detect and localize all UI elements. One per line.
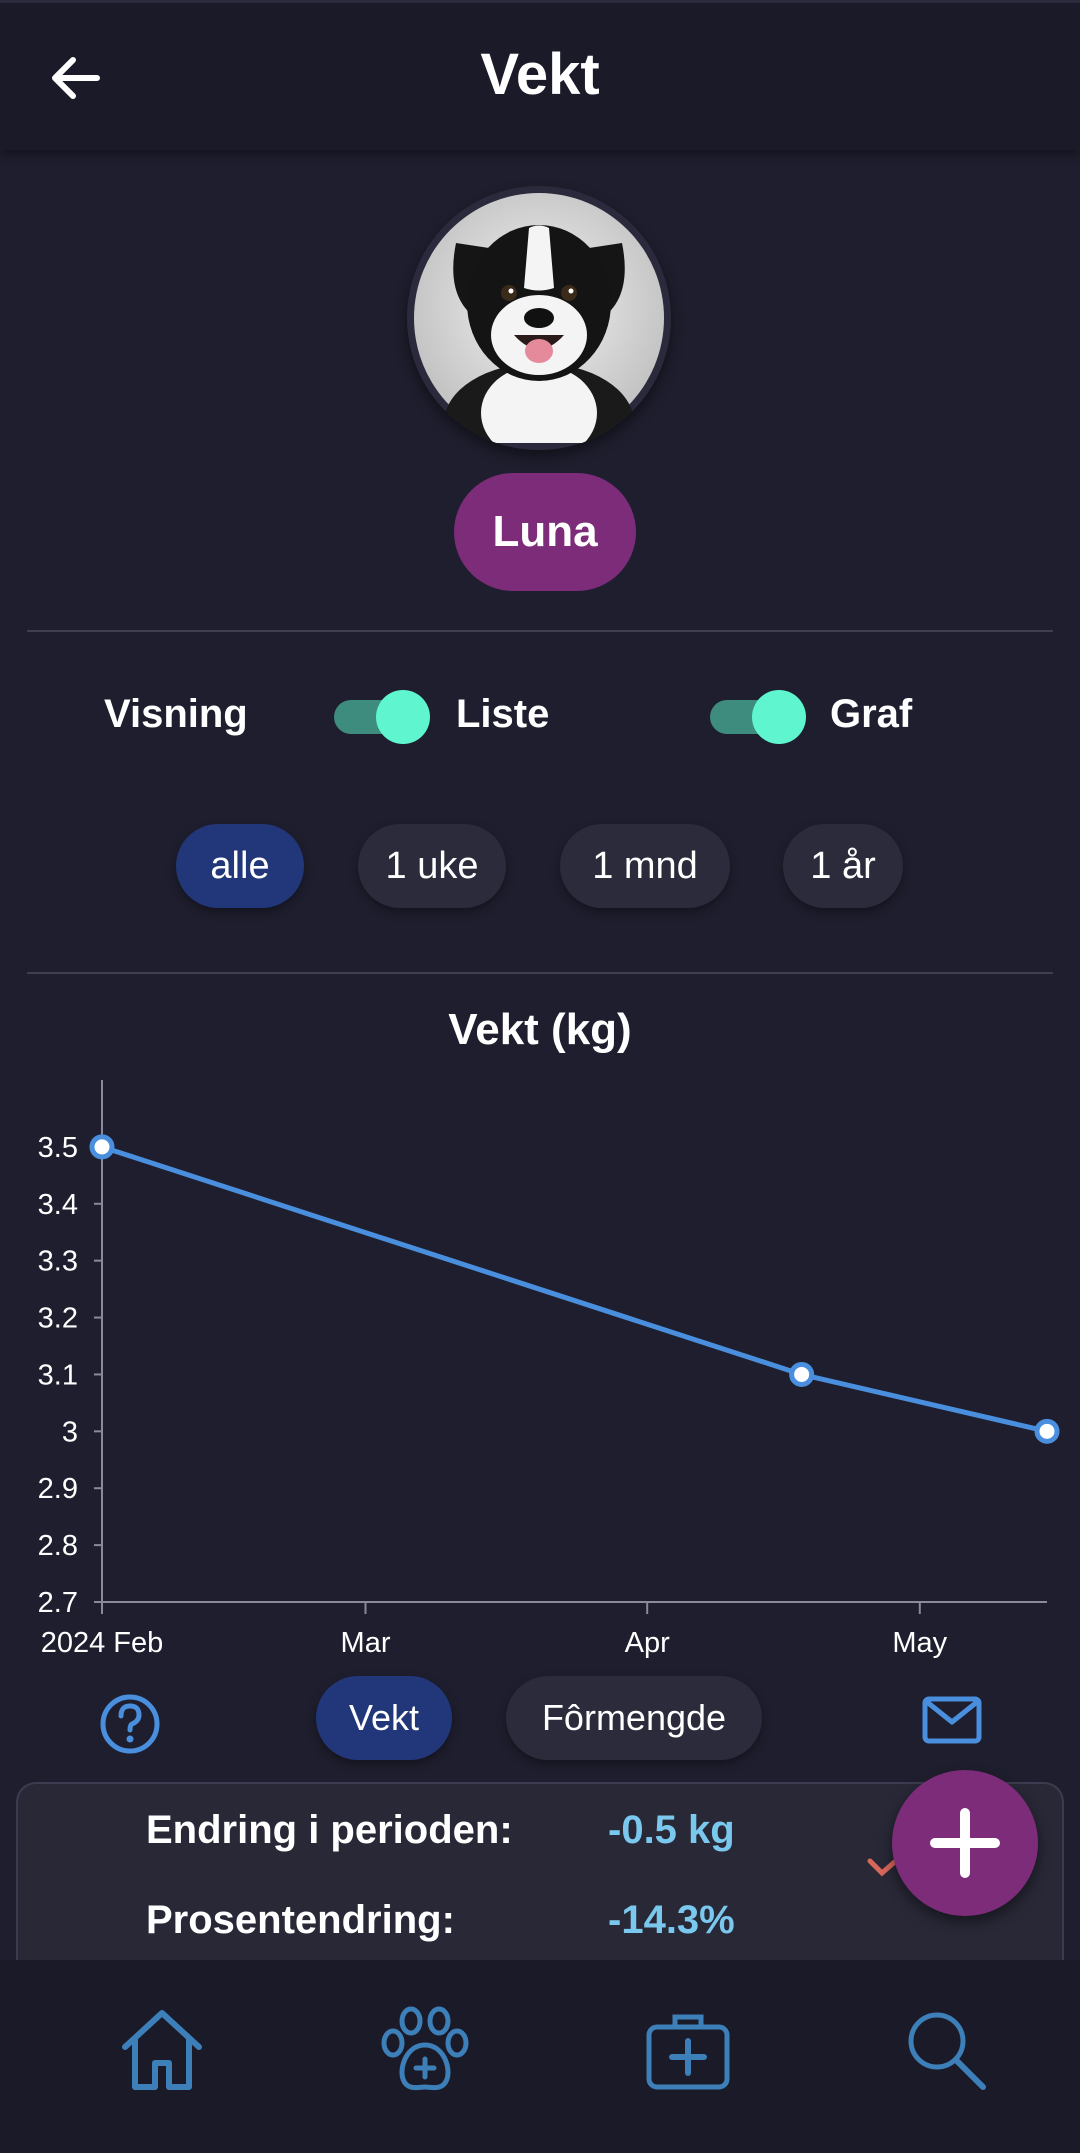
range-chip-1-month[interactable]: 1 mnd (560, 824, 730, 908)
metric-tab-weight[interactable]: Vekt (316, 1676, 452, 1760)
weight-data-point (789, 1361, 815, 1387)
bottom-navigation (0, 1960, 1080, 2153)
home-icon (122, 2010, 202, 2090)
nav-vet[interactable] (638, 2000, 738, 2100)
divider (27, 630, 1053, 632)
graph-toggle-label: Graf (830, 692, 913, 736)
top-app-bar: Vekt (0, 0, 1080, 150)
pet-name-chip[interactable]: Luna (454, 473, 636, 591)
mail-button[interactable] (920, 1692, 984, 1748)
question-circle-icon (100, 1694, 160, 1754)
medical-kit-icon (646, 2014, 730, 2090)
list-toggle-knob (376, 690, 430, 744)
divider (27, 972, 1053, 974)
pet-avatar[interactable] (407, 186, 671, 450)
weight-line-chart: 3.5 3.4 3.3 3.2 3.1 3 2.9 2.8 2.7 2024 Feb Mar Apr M… (38, 1080, 1060, 1659)
plus-icon (930, 1808, 1000, 1878)
x-tick-label: Apr (625, 1627, 670, 1659)
y-tick-label: 3.3 (38, 1246, 78, 1278)
view-label: Visning (104, 692, 248, 736)
y-tick-label: 3.2 (38, 1303, 78, 1335)
y-tick-label: 3.1 (38, 1359, 78, 1391)
list-toggle-label: Liste (456, 692, 550, 736)
y-tick-label: 3 (62, 1416, 78, 1448)
x-tick-label: May (892, 1627, 947, 1659)
x-tick-label: 2024 Feb (41, 1627, 164, 1659)
dog-portrait-image (414, 193, 664, 443)
paw-plus-icon (381, 2006, 469, 2091)
chart-title: Vekt (kg) (448, 1005, 632, 1054)
percent-label: Prosentendring: (146, 1898, 455, 1942)
nav-home[interactable] (112, 2000, 212, 2100)
y-tick-label: 2.9 (38, 1473, 78, 1505)
help-button[interactable] (98, 1692, 162, 1756)
range-chip-1-week[interactable]: 1 uke (358, 824, 506, 908)
change-value: -0.5 kg (608, 1808, 735, 1852)
y-tick-label: 2.7 (38, 1587, 78, 1619)
page-title: Vekt (480, 42, 600, 107)
list-toggle[interactable] (334, 688, 430, 744)
range-chip-all[interactable]: alle (176, 824, 304, 908)
y-tick-label: 3.4 (38, 1189, 78, 1221)
x-tick-label: Mar (341, 1627, 391, 1659)
search-icon (908, 2012, 986, 2090)
weight-data-point (1034, 1418, 1060, 1444)
nav-search[interactable] (896, 2000, 996, 2100)
mail-icon (922, 1696, 982, 1744)
graph-toggle-knob (752, 690, 806, 744)
range-chip-1-year[interactable]: 1 år (783, 824, 903, 908)
percent-value: -14.3% (608, 1898, 735, 1942)
weight-data-point (89, 1134, 115, 1160)
metric-tab-food-amount[interactable]: Fôrmengde (506, 1676, 762, 1760)
graph-toggle[interactable] (710, 688, 806, 744)
change-label: Endring i perioden: (146, 1808, 513, 1852)
nav-pet-health[interactable] (375, 2000, 475, 2100)
add-entry-button[interactable] (892, 1770, 1038, 1916)
y-tick-label: 2.8 (38, 1530, 78, 1562)
weight-series-line (101, 1144, 1048, 1434)
y-tick-label: 3.5 (38, 1132, 78, 1164)
